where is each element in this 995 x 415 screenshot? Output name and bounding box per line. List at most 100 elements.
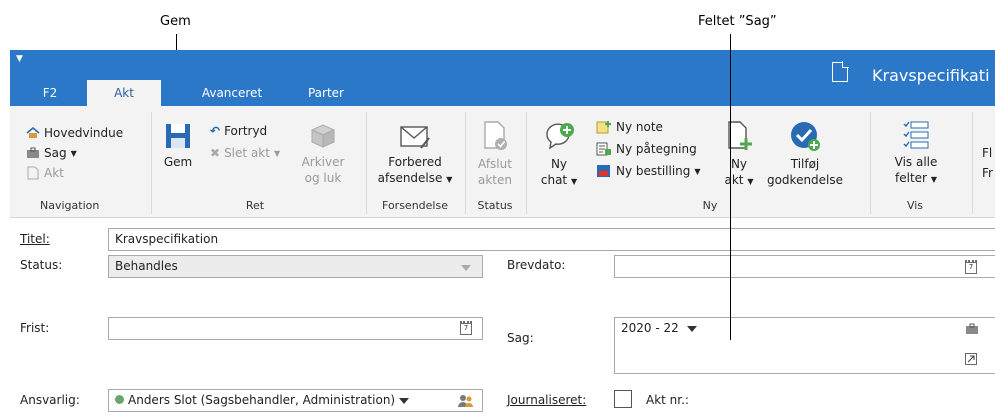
show-all-label-line1: Vis alle (894, 155, 938, 169)
note-label: Ny note (616, 120, 663, 134)
group-separator (870, 112, 871, 214)
new-document-button[interactable]: Ny akt ▼ (722, 120, 756, 190)
case-dropdown-icon[interactable] (686, 325, 697, 332)
delete-icon: ✖ (210, 146, 221, 160)
main-window-label: Hovedvindue (44, 126, 124, 140)
show-all-fields-button[interactable]: Vis alle felter ▼ (882, 120, 950, 188)
status-value: Behandles (115, 259, 178, 273)
delete-dropdown-icon: ▼ (273, 148, 281, 158)
finish-document-icon (484, 121, 507, 150)
add-approval-button[interactable]: Tilføj godkendelse (762, 120, 848, 188)
document-nav-button[interactable]: Akt (26, 166, 64, 180)
group-label-navigation: Navigation (40, 199, 100, 212)
envelope-icon (400, 126, 430, 149)
group-label-view: Vis (906, 199, 924, 212)
home-icon (26, 127, 40, 138)
responsible-field[interactable]: Anders Slot (Sagsbehandler, Administrati… (108, 389, 483, 412)
callout-case-line (730, 34, 731, 340)
status-dot-icon (115, 395, 124, 404)
new-order-button[interactable]: Ny bestilling ▼ (596, 164, 701, 178)
save-label: Gem (163, 155, 193, 169)
order-dropdown-icon: ▼ (694, 166, 701, 176)
ribbon: Hovedvindue Sag ▼ Akt Navigation Gem ↶ F… (10, 106, 995, 218)
show-all-label-line2: felter (895, 171, 927, 185)
status-select[interactable]: Behandles (108, 255, 483, 278)
group-separator (526, 112, 527, 214)
document-icon (832, 61, 849, 82)
tab-akt[interactable]: Akt (87, 80, 161, 106)
group-separator (972, 112, 973, 214)
tab-f2[interactable]: F2 (26, 80, 74, 106)
main-window-button[interactable]: Hovedvindue (26, 126, 123, 140)
document-form: Titel: Kravspecifikation Status: Behandl… (10, 219, 995, 415)
case-open-icon[interactable] (965, 353, 977, 365)
group-label-status: Status (477, 199, 513, 212)
deadline-calendar-icon[interactable]: 7 (460, 321, 472, 335)
group-label-new: Ny (702, 199, 718, 212)
save-icon (166, 124, 190, 148)
prepare-dispatch-button[interactable]: Forbered afsendelse ▼ (372, 124, 458, 188)
case-field[interactable]: 2020 - 22 (614, 317, 995, 374)
delete-label: Slet akt (224, 146, 270, 160)
archive-close-button[interactable]: Arkiver og luk (296, 120, 350, 186)
delete-document-button[interactable]: ✖ Slet akt ▼ (210, 146, 280, 160)
group-separator (366, 112, 367, 214)
chat-label-line1: Ny (550, 157, 568, 171)
new-document-dropdown-icon: ▼ (747, 177, 754, 186)
case-label: Sag (44, 146, 67, 160)
cutoff-label-1: Fl (982, 146, 993, 160)
prepare-label-line1: Forbered (388, 155, 442, 169)
prepare-label-line2: afsendelse (377, 171, 443, 185)
archive-box-icon (310, 124, 336, 148)
case-menu-button[interactable]: Sag ▼ (26, 146, 77, 160)
tab-parter[interactable]: Parter (296, 80, 356, 106)
new-chat-button[interactable]: Ny chat ▼ (534, 120, 584, 190)
new-document-label-line2: akt (724, 173, 744, 187)
case-lookup-icon[interactable] (965, 323, 979, 335)
letter-date-calendar-icon[interactable]: 7 (965, 260, 977, 274)
field-list-icon (903, 121, 929, 149)
order-label: Ny bestilling (616, 164, 691, 178)
status-label: Status: (20, 258, 63, 272)
new-note-button[interactable]: Ny note (596, 120, 663, 134)
case-icon (27, 147, 39, 158)
journalized-label: Journaliseret: (507, 393, 587, 407)
order-icon (597, 165, 610, 177)
callout-save: Gem (160, 14, 191, 29)
show-all-dropdown-icon: ▼ (930, 175, 937, 184)
responsible-label: Ansvarlig: (20, 393, 80, 407)
document-nav-label: Akt (44, 166, 64, 180)
archive-label-line2: og luk (304, 171, 342, 185)
case-dropdown-icon: ▼ (70, 148, 77, 158)
approval-label-line1: Tilføj (790, 157, 820, 171)
quick-access-menu-icon[interactable]: ▼ (16, 54, 23, 64)
new-endorsement-button[interactable]: Ny påtegning (596, 142, 697, 156)
people-icon[interactable] (458, 394, 474, 408)
status-dropdown-icon (461, 265, 471, 271)
cutoff-button-1[interactable]: Fl (982, 146, 992, 160)
title-field[interactable]: Kravspecifikation (108, 228, 995, 251)
cutoff-button-2[interactable]: Fr (982, 166, 993, 180)
deadline-field[interactable] (108, 317, 483, 340)
chat-label-line2: chat (540, 173, 568, 187)
note-icon (596, 121, 611, 134)
responsible-dropdown-icon[interactable] (399, 397, 410, 404)
approval-check-icon (791, 122, 820, 151)
case-value: 2020 - 22 (621, 321, 679, 335)
undo-button[interactable]: ↶ Fortryd (210, 124, 267, 138)
group-label-edit: Ret (245, 199, 265, 212)
tab-avanceret[interactable]: Avanceret (192, 80, 272, 106)
new-document-label-line1: Ny (730, 157, 748, 171)
cutoff-label-2: Fr (982, 166, 993, 180)
journalized-checkbox[interactable] (614, 390, 632, 408)
chat-dropdown-icon: ▼ (570, 177, 578, 186)
group-separator (465, 112, 466, 214)
case-label: Sag: (507, 331, 534, 345)
save-button[interactable]: Gem (160, 122, 196, 170)
finish-document-button[interactable]: Afslut akten (470, 120, 520, 188)
prepare-dropdown-icon: ▼ (446, 175, 453, 184)
letter-date-field[interactable] (614, 255, 995, 278)
responsible-value: Anders Slot (Sagsbehandler, Administrati… (128, 393, 396, 407)
group-label-dispatch: Forsendelse (382, 199, 448, 212)
page-icon (27, 166, 39, 180)
